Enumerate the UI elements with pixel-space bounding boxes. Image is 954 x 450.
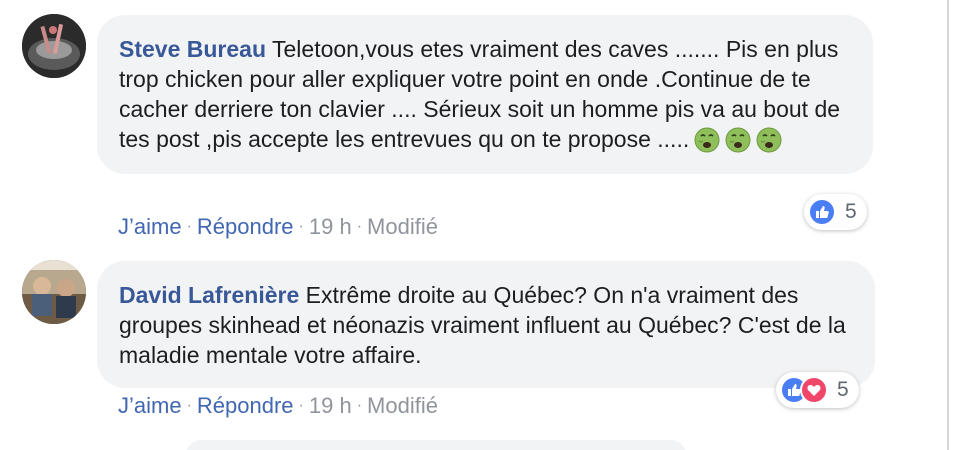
love-reaction-icon <box>800 376 828 404</box>
reaction-count: 5 <box>845 200 857 223</box>
comment-actions: J’aime · Répondre · 19 h · Modifié <box>118 393 438 419</box>
separator-dot: · <box>186 397 192 414</box>
emoji-group <box>689 126 782 156</box>
comment-bubble: Steve Bureau Teletoon,vous etes vraiment… <box>97 15 873 174</box>
separator-dot: · <box>356 218 363 235</box>
reply-link[interactable]: Répondre <box>197 393 294 418</box>
reaction-count: 5 <box>837 378 849 401</box>
reaction-summary[interactable]: 5 <box>776 372 859 408</box>
comment-author[interactable]: Steve Bureau <box>119 36 266 62</box>
like-link[interactable]: J’aime <box>118 393 182 418</box>
comment-bubble: David Lafrenière Extrême droite au Québe… <box>97 261 875 388</box>
avatar[interactable] <box>22 260 86 324</box>
comment-author[interactable]: David Lafrenière <box>119 282 299 308</box>
separator-dot: · <box>356 397 363 414</box>
nauseated-face-icon <box>756 127 782 153</box>
like-link[interactable]: J’aime <box>118 214 182 239</box>
edited-label[interactable]: Modifié <box>367 393 438 418</box>
nauseated-face-icon <box>694 127 720 153</box>
separator-dot: · <box>298 218 304 235</box>
avatar[interactable] <box>22 14 86 78</box>
reaction-summary[interactable]: 5 <box>804 194 867 230</box>
separator-dot: · <box>298 397 304 414</box>
edited-label[interactable]: Modifié <box>367 214 438 239</box>
scrollbar[interactable] <box>947 0 949 450</box>
separator-dot: · <box>186 218 192 235</box>
comment-actions: J’aime · Répondre · 19 h · Modifié <box>118 214 438 240</box>
nauseated-face-icon <box>725 127 751 153</box>
next-comment-bubble <box>186 440 686 450</box>
timestamp[interactable]: 19 h <box>309 393 352 418</box>
like-reaction-icon <box>808 198 836 226</box>
timestamp[interactable]: 19 h <box>309 214 352 239</box>
reply-link[interactable]: Répondre <box>197 214 294 239</box>
comments-page: Steve Bureau Teletoon,vous etes vraiment… <box>0 0 954 450</box>
